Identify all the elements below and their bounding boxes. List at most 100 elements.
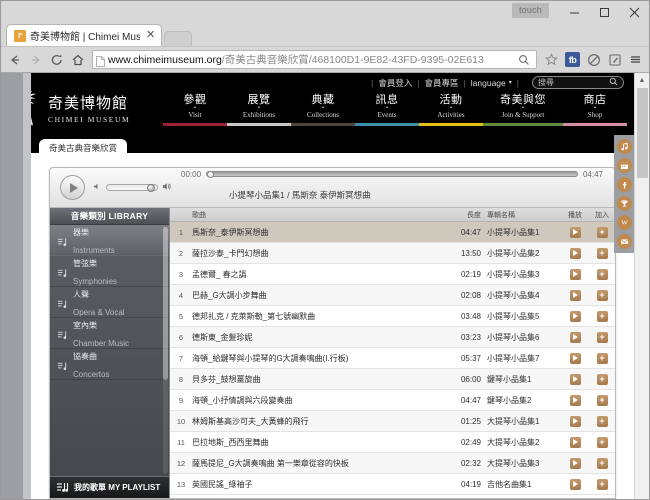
sidebar-item-concertos[interactable]: 協奏曲 Concertos [50, 349, 169, 380]
library-scrollbar[interactable] [163, 227, 168, 474]
play-track-button[interactable] [569, 289, 581, 301]
search-icon[interactable] [609, 77, 618, 88]
my-playlist-button[interactable]: 我的歌單 MY PLAYLIST [50, 476, 169, 498]
add-track-button[interactable]: + [596, 478, 608, 490]
row-song-title[interactable]: 薩拉沙泰_卡門幻想曲 [192, 248, 447, 259]
table-row[interactable]: 13 英國民謠_綠袖子 04:19 吉他名曲集1 + [170, 474, 615, 495]
minimize-button[interactable] [559, 1, 589, 23]
play-button[interactable] [60, 175, 85, 200]
back-icon[interactable] [5, 50, 24, 69]
table-row[interactable]: 12 薩馬提尼_G大調奏鳴曲 第一樂章從容的快板 02:32 大提琴小品集3 + [170, 453, 615, 474]
row-song-title[interactable]: 德斯東_金髮珍妮 [192, 332, 447, 343]
member-login-link[interactable]: 會員登入 [378, 77, 412, 89]
table-row[interactable]: 1 馬斯奈_泰伊斯冥想曲 04:47 小提琴小品集1 + [170, 222, 615, 243]
browser-tab[interactable]: 奇美博物館 | Chimei Mus ✕ [6, 24, 163, 46]
page-scrollbar-thumb[interactable] [637, 88, 648, 178]
sidebar-item-chamber-music[interactable]: 室內樂 Chamber Music [50, 318, 169, 349]
table-row[interactable]: 9 海頓_小抒情調與六段變奏曲 04:47 鍵琴小品集2 + [170, 390, 615, 411]
nav-item-visit[interactable]: 參觀 • Visit [163, 91, 227, 132]
table-row[interactable]: 8 貝多芬_鼓想薑旋曲 06:00 鍵琴小品集1 + [170, 369, 615, 390]
table-row[interactable]: 10 林姆斯基高沙可夫_大黃蜂的飛行 01:25 大提琴小品集1 + [170, 411, 615, 432]
add-track-button[interactable]: + [596, 289, 608, 301]
add-track-button[interactable]: + [596, 226, 608, 238]
scroll-up-arrow-icon[interactable]: ▲ [635, 73, 649, 88]
adblock-extension-icon[interactable] [584, 50, 603, 69]
nav-item-events[interactable]: 訊息 • Events [355, 91, 419, 132]
table-row[interactable]: 3 孟德爾_ 春之譌 02:19 小提琴小品集3 + [170, 264, 615, 285]
table-row[interactable]: 7 海頓_給鍵琴與小提琴的G大調奏鳴曲(I.行板) 05:37 小提琴小品集7 + [170, 348, 615, 369]
nav-item-join-support[interactable]: 奇美與您 • Join & Support [483, 91, 563, 132]
play-track-button[interactable] [569, 394, 581, 406]
play-track-button[interactable] [569, 310, 581, 322]
play-track-button[interactable] [569, 478, 581, 490]
row-song-title[interactable]: 薩馬提尼_G大調奏鳴曲 第一樂章從容的快板 [192, 458, 447, 469]
touch-button[interactable]: touch [511, 3, 549, 18]
volume-control[interactable] [93, 181, 173, 195]
calendar-icon[interactable] [616, 158, 632, 173]
seek-slider[interactable] [206, 171, 578, 178]
chrome-menu-icon[interactable] [626, 50, 645, 69]
row-song-title[interactable]: 林姆斯基高沙可夫_大黃蜂的飛行 [192, 416, 447, 427]
row-song-title[interactable]: 巴赫_G大調小步舞曲 [192, 290, 447, 301]
bookmark-star-icon[interactable] [542, 50, 561, 69]
page-scrollbar[interactable]: ▲ [634, 73, 649, 499]
reload-icon[interactable] [47, 50, 66, 69]
close-button[interactable] [619, 1, 649, 23]
table-row[interactable]: 4 巴赫_G大調小步舞曲 02:08 小提琴小品集4 + [170, 285, 615, 306]
note-extension-icon[interactable] [605, 50, 624, 69]
row-song-title[interactable]: 貝多芬_鼓想薑旋曲 [192, 374, 447, 385]
nav-item-exhibitions[interactable]: 展覽 • Exhibitions [227, 91, 291, 132]
address-bar[interactable]: www.chimeimuseum.org/奇美古典音樂欣賞/468100D1-9… [92, 50, 537, 69]
new-tab-button[interactable] [164, 31, 193, 46]
add-track-button[interactable]: + [596, 394, 608, 406]
nav-item-collections[interactable]: 典藏 • Collections [291, 91, 355, 132]
header-album[interactable]: 專輯名稱 [487, 210, 561, 220]
language-selector[interactable]: language ▾ [471, 78, 512, 88]
shop-icon[interactable]: W [616, 215, 632, 230]
row-song-title[interactable]: 德邦扎克 / 克萊斯勒_第七號幽默曲 [192, 311, 447, 322]
play-track-button[interactable] [569, 268, 581, 280]
add-track-button[interactable]: + [596, 415, 608, 427]
table-row[interactable]: 11 巴拉地斯_西西里舞曲 02:49 大提琴小品集2 + [170, 432, 615, 453]
row-song-title[interactable]: 英國民謠_綠袖子 [192, 479, 447, 490]
play-track-button[interactable] [569, 247, 581, 259]
play-track-button[interactable] [569, 352, 581, 364]
play-track-button[interactable] [569, 331, 581, 343]
header-length[interactable]: 長度 [447, 210, 487, 220]
sidebar-item-instruments[interactable]: 器樂 Instruments [50, 225, 169, 256]
tab-close-icon[interactable]: ✕ [144, 30, 157, 41]
facebook-icon[interactable] [616, 177, 632, 192]
row-song-title[interactable]: 海頓_給鍵琴與小提琴的G大調奏鳴曲(I.行板) [192, 353, 447, 364]
add-track-button[interactable]: + [596, 457, 608, 469]
library-scrollbar-thumb[interactable] [163, 227, 168, 381]
add-track-button[interactable]: + [596, 331, 608, 343]
add-track-button[interactable]: + [596, 436, 608, 448]
forward-icon[interactable] [26, 50, 45, 69]
search-in-page-icon[interactable] [514, 51, 533, 68]
volume-slider[interactable] [106, 184, 158, 192]
site-search-box[interactable]: 搜尋 [532, 76, 624, 89]
member-area-link[interactable]: 會員專區 [425, 77, 459, 89]
row-song-title[interactable]: 巴拉地斯_西西里舞曲 [192, 437, 447, 448]
facebook-extension-button[interactable]: fb [563, 50, 582, 69]
add-track-button[interactable]: + [596, 373, 608, 385]
table-row[interactable]: 6 德斯東_金髮珍妮 03:23 小提琴小品集6 + [170, 327, 615, 348]
sidebar-item-symphonies[interactable]: 管弦樂 Symphonies [50, 256, 169, 287]
nav-item-shop[interactable]: 商店 • Shop [563, 91, 627, 132]
header-song[interactable]: 歌曲 [192, 210, 447, 220]
play-track-button[interactable] [569, 415, 581, 427]
row-song-title[interactable]: 馬斯奈_泰伊斯冥想曲 [192, 227, 447, 238]
music-note-icon[interactable] [616, 139, 632, 154]
volume-slider-knob[interactable] [147, 184, 155, 192]
sidebar-item-opera-vocal[interactable]: 人聲 Opera & Vocal [50, 287, 169, 318]
add-track-button[interactable]: + [596, 247, 608, 259]
add-track-button[interactable]: + [596, 352, 608, 364]
row-song-title[interactable]: 海頓_小抒情調與六段變奏曲 [192, 395, 447, 406]
home-icon[interactable] [68, 50, 87, 69]
row-song-title[interactable]: 孟德爾_ 春之譌 [192, 269, 447, 280]
add-track-button[interactable]: + [596, 268, 608, 280]
trophy-icon[interactable] [616, 196, 632, 211]
play-track-button[interactable] [569, 436, 581, 448]
maximize-button[interactable] [589, 1, 619, 23]
seek-slider-knob[interactable] [207, 171, 215, 178]
